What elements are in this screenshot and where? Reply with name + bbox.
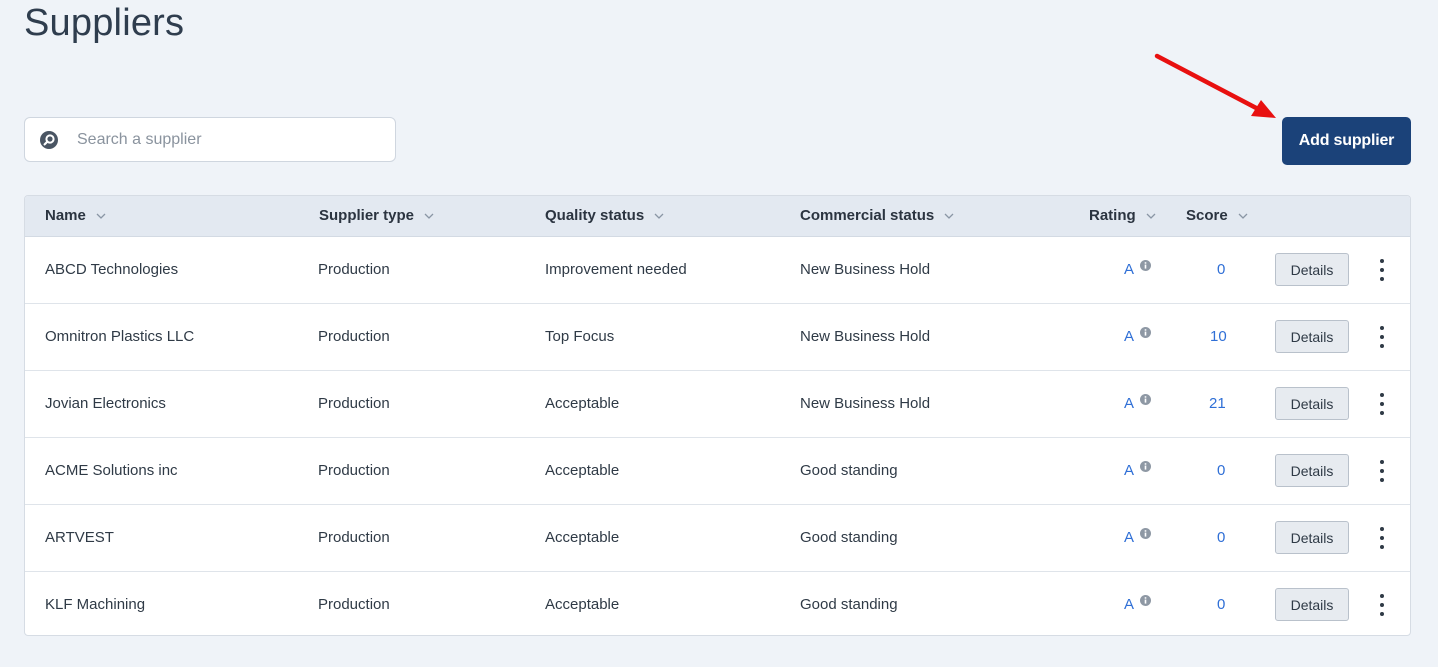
supplier-name: ACME Solutions inc	[45, 462, 178, 479]
rating-cell: A	[1124, 435, 1152, 504]
rating-value[interactable]: A	[1124, 462, 1134, 479]
commercial-status: New Business Hold	[800, 395, 931, 412]
commercial-status: New Business Hold	[800, 261, 931, 278]
commercial-status: Good standing	[800, 596, 898, 613]
quality-status: Acceptable	[545, 395, 620, 412]
table-body: ABCD Technologies Production Improvement…	[25, 237, 1410, 635]
info-icon[interactable]	[1140, 502, 1152, 568]
chevron-down-icon	[1146, 196, 1156, 235]
column-header-label: Quality status	[545, 207, 645, 224]
rating-value[interactable]: A	[1124, 596, 1134, 613]
chevron-down-icon	[96, 196, 106, 235]
info-icon[interactable]	[1140, 368, 1152, 434]
commercial-status: Good standing	[800, 529, 898, 546]
chevron-down-icon	[944, 196, 954, 235]
rating-value[interactable]: A	[1124, 529, 1134, 546]
commercial-status: New Business Hold	[800, 328, 931, 345]
supplier-name: KLF Machining	[45, 596, 146, 613]
add-supplier-button[interactable]: Add supplier	[1282, 117, 1411, 165]
column-header-quality-status[interactable]: Quality status	[545, 196, 664, 236]
table-row: ABCD Technologies Production Improvement…	[25, 237, 1410, 304]
supplier-type: Production	[318, 462, 390, 479]
info-icon[interactable]	[1140, 435, 1152, 501]
column-header-rating[interactable]: Rating	[1089, 196, 1156, 236]
more-options-icon[interactable]	[1375, 259, 1389, 281]
supplier-type: Production	[318, 328, 390, 345]
column-header-label: Name	[45, 207, 86, 224]
quality-status: Top Focus	[545, 328, 615, 345]
supplier-type: Production	[318, 529, 390, 546]
score-value[interactable]: 0	[1217, 572, 1225, 635]
chevron-down-icon	[654, 196, 664, 235]
details-button[interactable]: Details	[1275, 253, 1349, 286]
quality-status: Acceptable	[545, 596, 620, 613]
commercial-status: Good standing	[800, 462, 898, 479]
column-header-label: Commercial status	[800, 207, 935, 224]
chevron-down-icon	[424, 196, 434, 235]
supplier-type: Production	[318, 261, 390, 278]
more-options-icon[interactable]	[1375, 460, 1389, 482]
search-icon	[39, 130, 59, 150]
supplier-type: Production	[318, 596, 390, 613]
table-row: ARTVEST Production Acceptable Good stand…	[25, 505, 1410, 572]
quality-status: Improvement needed	[545, 261, 687, 278]
supplier-name: ABCD Technologies	[45, 261, 179, 278]
column-header-name[interactable]: Name	[45, 196, 106, 236]
score-value[interactable]: 0	[1217, 237, 1225, 303]
more-options-icon[interactable]	[1375, 527, 1389, 549]
table-row: KLF Machining Production Acceptable Good…	[25, 569, 1410, 635]
more-options-icon[interactable]	[1375, 393, 1389, 415]
supplier-name: Omnitron Plastics LLC	[45, 328, 195, 345]
column-header-label: Score	[1186, 207, 1228, 224]
details-button[interactable]: Details	[1275, 588, 1349, 621]
rating-cell: A	[1124, 368, 1152, 437]
supplier-name: Jovian Electronics	[45, 395, 166, 412]
details-button[interactable]: Details	[1275, 320, 1349, 353]
score-value[interactable]: 10	[1210, 304, 1227, 370]
search-box[interactable]	[24, 117, 396, 162]
info-icon[interactable]	[1140, 234, 1152, 300]
chevron-down-icon	[1238, 196, 1248, 235]
supplier-name: ARTVEST	[45, 529, 114, 546]
score-value[interactable]: 0	[1217, 505, 1225, 571]
table-row: Omnitron Plastics LLC Production Top Foc…	[25, 304, 1410, 371]
table-row: ACME Solutions inc Production Acceptable…	[25, 438, 1410, 505]
rating-value[interactable]: A	[1124, 395, 1134, 412]
table-header: Name Supplier type Quality status Commer…	[25, 196, 1410, 237]
suppliers-table: Name Supplier type Quality status Commer…	[24, 195, 1411, 636]
rating-value[interactable]: A	[1124, 261, 1134, 278]
column-header-label: Rating	[1089, 207, 1136, 224]
column-header-label: Supplier type	[319, 207, 415, 224]
annotation-arrow-icon	[1154, 53, 1276, 118]
supplier-type: Production	[318, 395, 390, 412]
column-header-score[interactable]: Score	[1186, 196, 1248, 236]
info-icon[interactable]	[1140, 301, 1152, 367]
rating-cell: A	[1124, 234, 1152, 303]
rating-cell: A	[1124, 502, 1152, 571]
rating-cell: A	[1124, 569, 1152, 635]
page-title: Suppliers	[24, 2, 185, 44]
score-value[interactable]: 0	[1217, 438, 1225, 504]
quality-status: Acceptable	[545, 529, 620, 546]
details-button[interactable]: Details	[1275, 387, 1349, 420]
search-input[interactable]	[75, 129, 379, 150]
column-header-commercial-status[interactable]: Commercial status	[800, 196, 954, 236]
rating-cell: A	[1124, 301, 1152, 370]
score-value[interactable]: 21	[1209, 371, 1226, 437]
info-icon[interactable]	[1140, 569, 1152, 635]
details-button[interactable]: Details	[1275, 521, 1349, 554]
table-row: Jovian Electronics Production Acceptable…	[25, 371, 1410, 438]
column-header-supplier-type[interactable]: Supplier type	[319, 196, 434, 236]
rating-value[interactable]: A	[1124, 328, 1134, 345]
more-options-icon[interactable]	[1375, 326, 1389, 348]
quality-status: Acceptable	[545, 462, 620, 479]
more-options-icon[interactable]	[1375, 594, 1389, 616]
details-button[interactable]: Details	[1275, 454, 1349, 487]
